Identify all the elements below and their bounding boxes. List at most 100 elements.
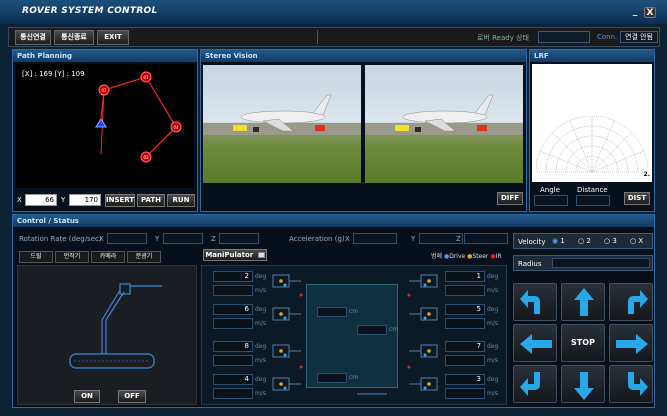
turn-right-backward-button[interactable]	[609, 365, 653, 403]
conn-label: Conn.	[597, 33, 618, 41]
wheel-speed-field	[445, 355, 485, 366]
wheel-speed-field	[213, 388, 253, 399]
curved-arrow-left-icon	[520, 290, 540, 314]
waypoint-label: 02	[102, 88, 108, 93]
manipulator-off-button[interactable]: OFF	[118, 390, 146, 403]
velocity-option-2[interactable]: ○ 2	[578, 237, 591, 245]
diff-button[interactable]: DIFF	[497, 192, 523, 205]
manipulator-toggle[interactable]: ManiPulator	[203, 249, 267, 261]
path-segment	[145, 76, 177, 128]
deg-unit: deg	[255, 343, 267, 350]
accel-y-label: Y	[411, 235, 416, 243]
wheel-id: 1	[445, 271, 485, 282]
control-status-header: Control / Status	[13, 215, 654, 227]
run-button[interactable]: RUN	[167, 194, 195, 207]
curved-arrow-right-icon	[628, 290, 648, 314]
velocity-label: Velocity	[518, 238, 546, 246]
stop-button[interactable]: STOP	[561, 324, 605, 362]
x-input[interactable]: 66	[25, 194, 57, 206]
right-button[interactable]	[609, 324, 653, 362]
wheel-speed-field	[445, 388, 485, 399]
turn-left-backward-button[interactable]	[513, 365, 557, 403]
conn-status-field: 연결 안됨	[620, 31, 658, 43]
y-input[interactable]: 170	[69, 194, 101, 206]
ms-unit: m/s	[255, 320, 266, 327]
ready-status-field	[538, 31, 590, 43]
right-camera-view	[365, 65, 523, 183]
rotation-rate-label: Rotation Rate (deg/sec)	[19, 235, 102, 243]
legend-ir-label: IR	[495, 253, 502, 260]
forward-button[interactable]	[561, 283, 605, 321]
lrf-polar-grid	[535, 115, 649, 173]
radio-icon: ○	[630, 237, 637, 245]
lrf-scan-canvas: 2.	[532, 64, 652, 182]
stereo-vision-header: Stereo Vision	[201, 50, 526, 62]
velocity-option-x[interactable]: ○ X	[630, 237, 643, 245]
body-cm-field	[317, 373, 347, 383]
ms-unit: m/s	[255, 357, 266, 364]
connect-button[interactable]: 통신연결	[15, 30, 51, 45]
wheel-id: 5	[445, 304, 485, 315]
velocity-option-1[interactable]: ◉ 1	[552, 237, 565, 245]
velocity-option-3[interactable]: ○ 3	[604, 237, 617, 245]
deg-unit: deg	[487, 376, 499, 383]
deg-unit: deg	[487, 273, 499, 280]
accel-x-field	[353, 233, 397, 244]
backward-button[interactable]	[561, 365, 605, 403]
tab-spectrometer[interactable]: 분광기	[127, 251, 161, 263]
direction-pad: STOP	[513, 281, 653, 405]
accel-z-field	[464, 233, 508, 244]
angle-label: Angle	[540, 186, 560, 194]
tab-sampler[interactable]: 먼작기	[55, 251, 89, 263]
waypoint-label: 03	[144, 155, 150, 160]
rotation-y-field	[163, 233, 203, 244]
distance-field	[576, 195, 610, 206]
body-cm-field	[357, 393, 387, 395]
turn-right-forward-button[interactable]	[609, 283, 653, 321]
body-cm-field	[317, 307, 347, 317]
tab-drill[interactable]: 드릴	[19, 251, 53, 263]
radio-icon: ○	[604, 237, 611, 245]
angle-field	[534, 195, 568, 206]
manipulator-on-button[interactable]: ON	[74, 390, 100, 403]
deg-unit: deg	[487, 343, 499, 350]
toolbar-divider	[317, 30, 318, 44]
tab-camera[interactable]: 카메라	[91, 251, 125, 263]
path-map-canvas[interactable]: [X] : 169 [Y] : 109 02 01 04 03	[16, 64, 194, 188]
body-cm-field	[357, 325, 387, 335]
manipulator-label: ManiPulator	[205, 251, 254, 259]
left-button[interactable]	[513, 324, 557, 362]
path-button[interactable]: PATH	[137, 194, 165, 207]
arrow-right-icon	[616, 334, 648, 354]
radius-field[interactable]	[552, 258, 650, 268]
wheel-id: 3	[445, 374, 485, 385]
close-button[interactable]: X	[644, 7, 656, 18]
dist-button[interactable]: DIST	[624, 192, 650, 205]
manipulator-arm-graphic	[69, 283, 162, 369]
wheel-speed-field	[445, 285, 485, 296]
manipulator-view: ON OFF	[17, 265, 197, 405]
ms-unit: m/s	[255, 390, 266, 397]
lrf-scale-label: 2.	[643, 171, 650, 178]
legend: 범례 ●Drive ●Steer ●IR	[431, 251, 502, 260]
wheel-speed-field	[213, 285, 253, 296]
y-label: Y	[61, 196, 66, 204]
window-title: ROVER SYSTEM CONTROL	[22, 6, 158, 16]
minimize-button[interactable]: _	[629, 7, 641, 18]
insert-button[interactable]: INSERT	[105, 194, 135, 207]
lrf-header: LRF	[530, 50, 654, 62]
ms-unit: m/s	[487, 320, 498, 327]
right-wheel-icons	[407, 274, 438, 391]
waypoint-label: 01	[144, 75, 150, 80]
lrf-panel: LRF 2. Angle Distance DIST	[529, 49, 655, 212]
wheel-id: 4	[213, 374, 253, 385]
x-label: X	[17, 196, 22, 204]
title-bar: ROVER SYSTEM CONTROL _ X	[0, 0, 667, 24]
disconnect-button[interactable]: 통신종료	[54, 30, 94, 45]
control-status-panel: Control / Status Rotation Rate (deg/sec)…	[12, 214, 655, 408]
turn-left-forward-button[interactable]	[513, 283, 557, 321]
rotation-x-field	[107, 233, 147, 244]
arrow-down-icon	[574, 372, 594, 400]
exit-button[interactable]: EXIT	[97, 30, 129, 45]
path-segment	[145, 126, 177, 158]
